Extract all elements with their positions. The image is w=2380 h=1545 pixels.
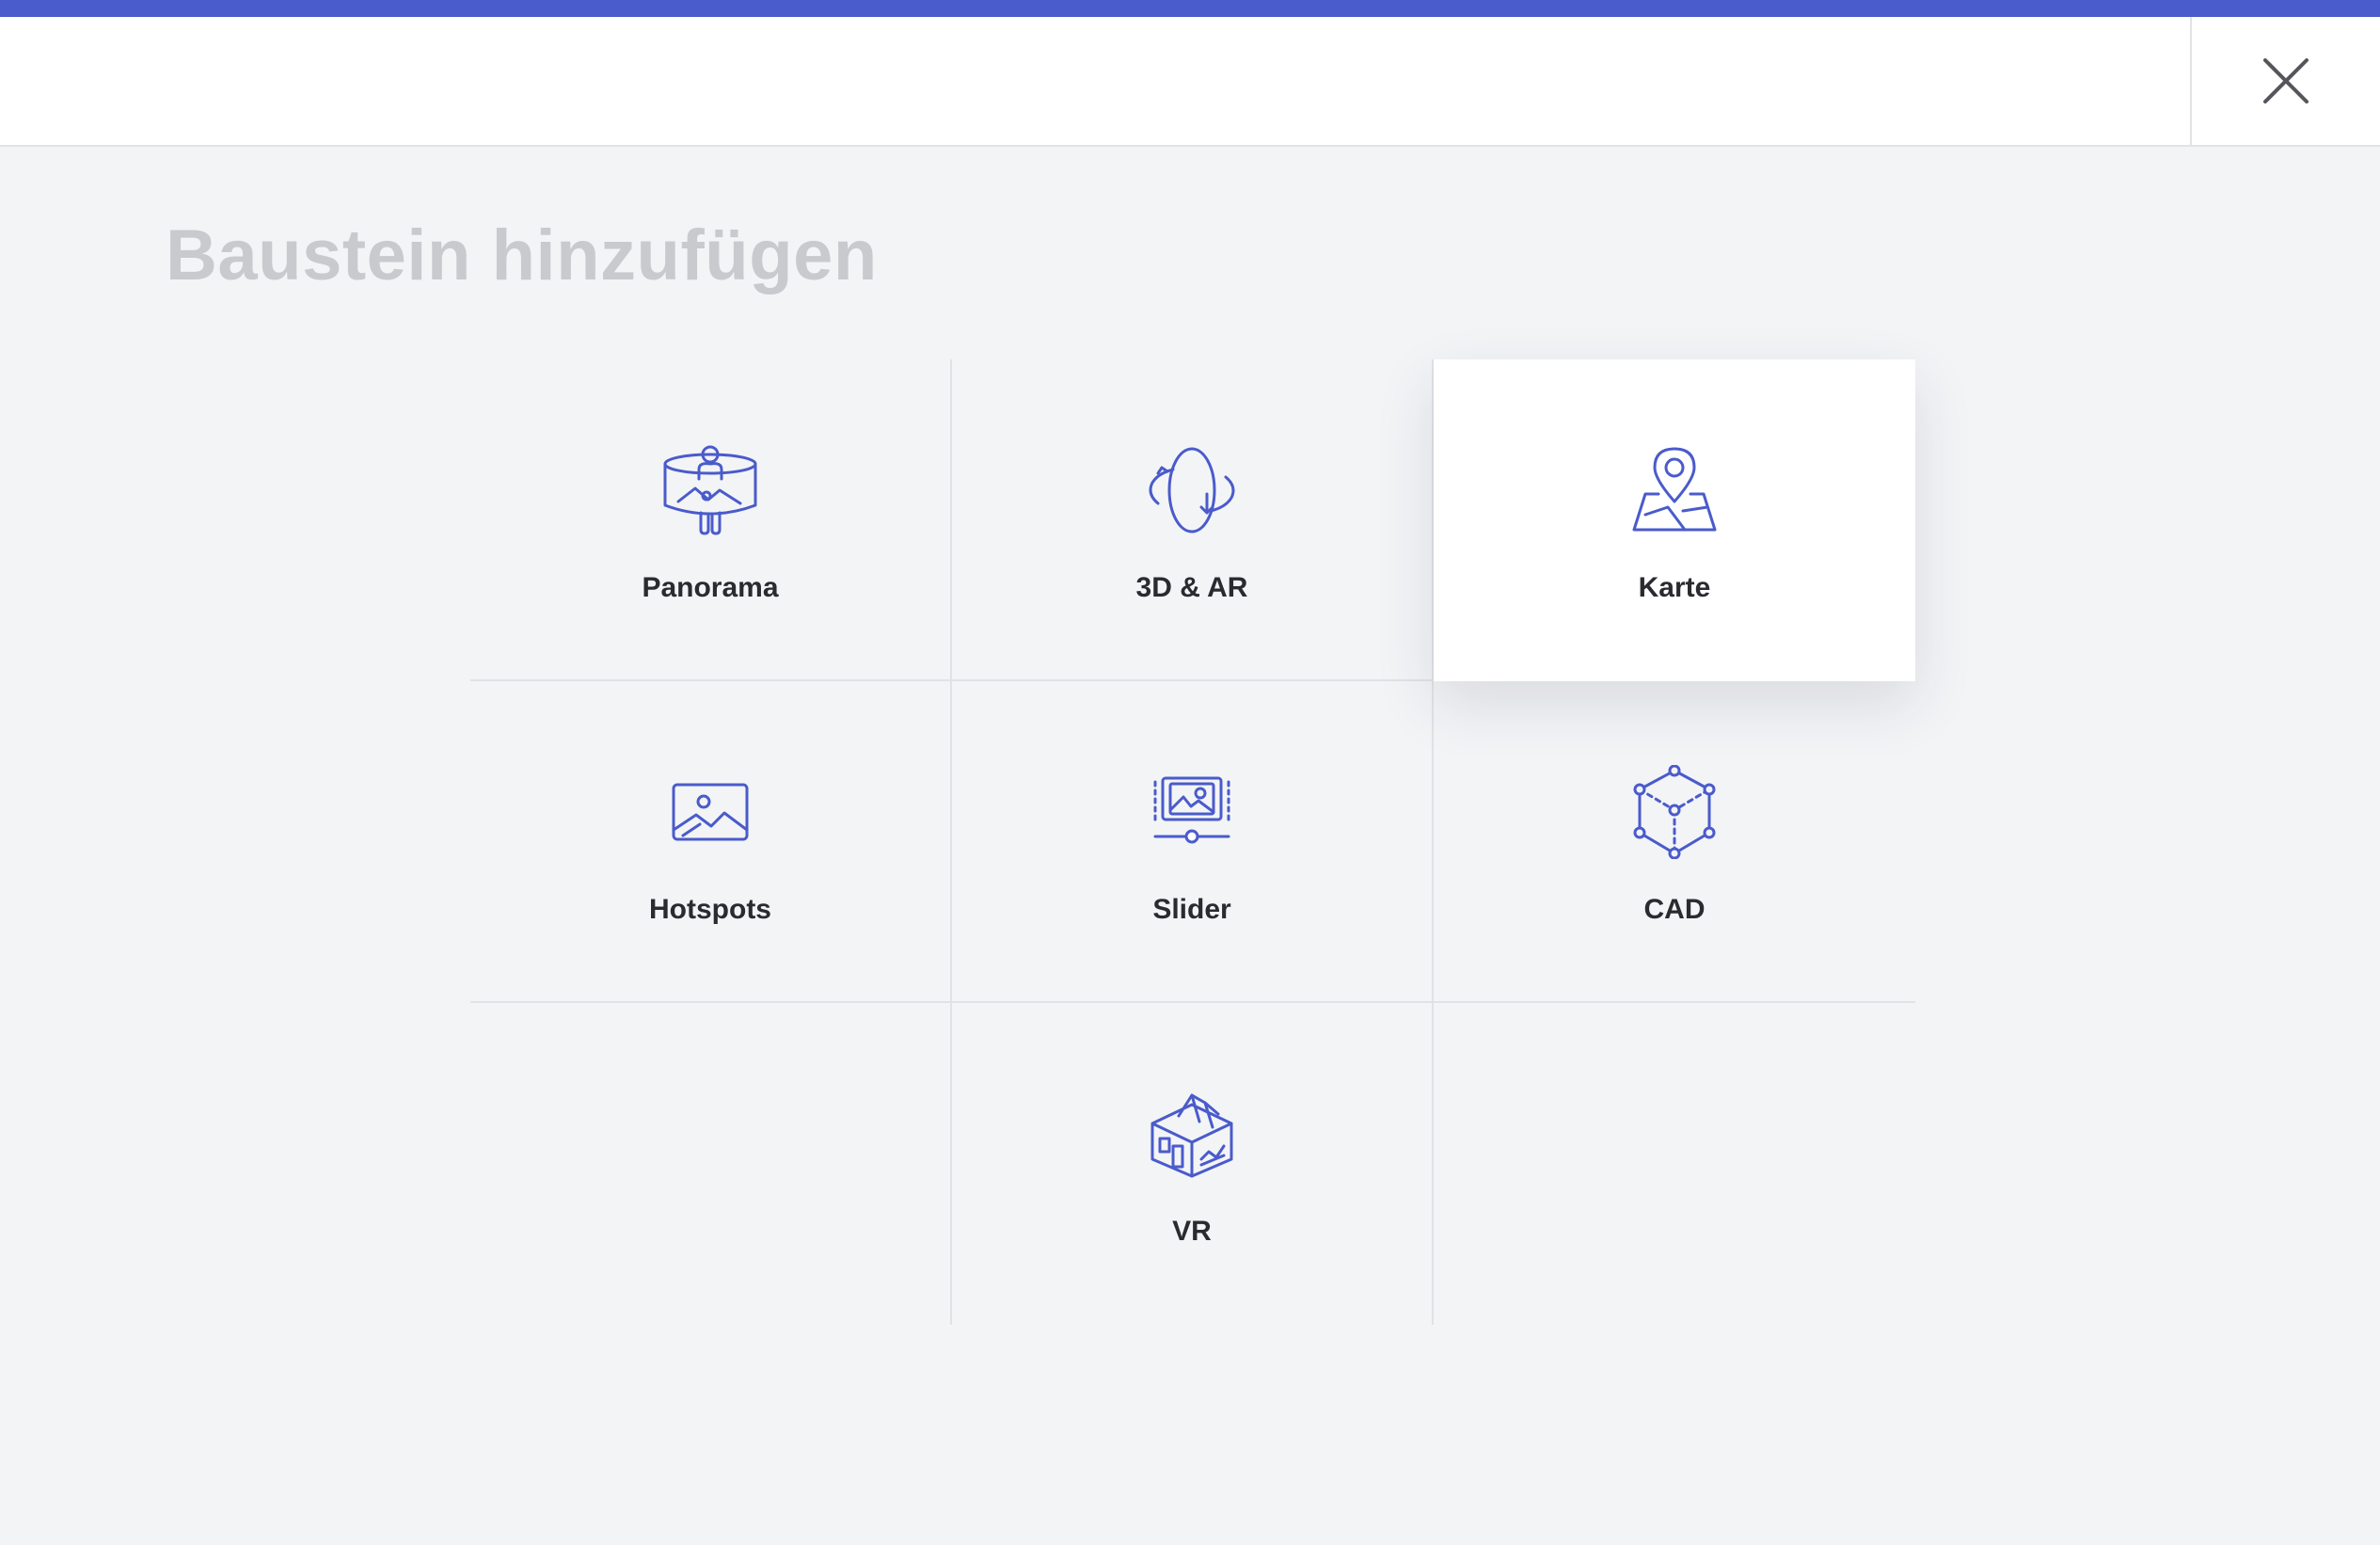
block-label: Slider: [1152, 894, 1231, 925]
empty-cell: [1434, 1003, 1915, 1325]
close-icon: [2263, 58, 2309, 104]
accent-top-bar: [0, 0, 2380, 17]
block-label: Karte: [1638, 572, 1711, 603]
block-label: 3D & AR: [1135, 572, 1248, 603]
block-panorama[interactable]: Panorama: [470, 359, 952, 681]
block-hotspots[interactable]: Hotspots: [470, 681, 952, 1003]
block-karte[interactable]: Karte: [1434, 359, 1915, 681]
slider-icon: [1140, 760, 1244, 864]
block-label: Panorama: [642, 572, 779, 603]
block-vr[interactable]: VR: [952, 1003, 1434, 1325]
page-title: Baustein hinzufügen: [166, 215, 878, 295]
block-label: VR: [1172, 1216, 1212, 1247]
close-button[interactable]: [2190, 17, 2380, 145]
3d-ar-icon: [1140, 438, 1244, 542]
block-3d-ar[interactable]: 3D & AR: [952, 359, 1434, 681]
block-label: CAD: [1643, 894, 1706, 925]
block-cad[interactable]: CAD: [1434, 681, 1915, 1003]
map-pin-icon: [1623, 438, 1726, 542]
block-label: Hotspots: [649, 894, 771, 925]
house-icon: [1140, 1082, 1244, 1186]
panorama-icon: [658, 438, 762, 542]
cube-icon: [1623, 760, 1726, 864]
image-icon: [658, 760, 762, 864]
block-grid: Panorama 3D & AR Karte Hotspots Slider C…: [470, 359, 1915, 1325]
empty-cell: [470, 1003, 952, 1325]
modal-header: [0, 17, 2380, 147]
block-slider[interactable]: Slider: [952, 681, 1434, 1003]
